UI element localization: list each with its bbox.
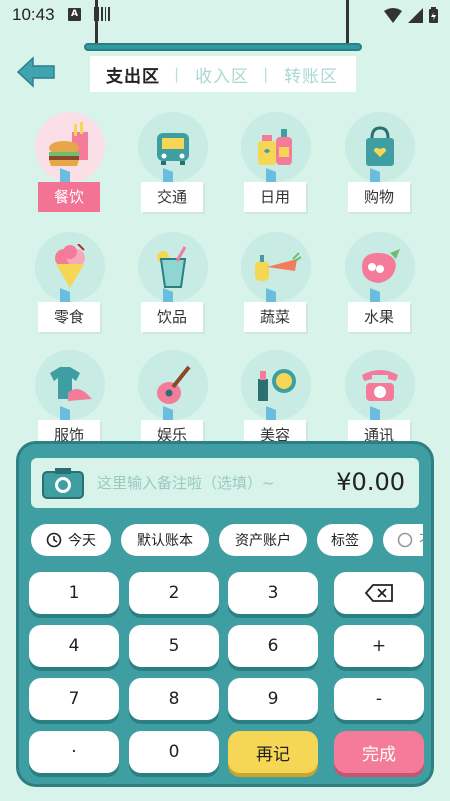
category-label: 蔬菜 bbox=[244, 302, 306, 332]
category-label: 交通 bbox=[141, 182, 203, 212]
makeup-icon bbox=[241, 350, 311, 420]
category-drinks[interactable]: 饮品 bbox=[133, 232, 213, 342]
tag-chip-label: 标签 bbox=[331, 533, 359, 549]
notification-a-icon: A bbox=[68, 8, 81, 21]
status-time: 10:43 bbox=[12, 5, 55, 24]
signal-icon bbox=[408, 7, 423, 23]
key-4[interactable]: 4 bbox=[29, 625, 119, 667]
carrot-pepper-icon bbox=[241, 232, 311, 302]
category-snacks[interactable]: 零食 bbox=[30, 232, 110, 342]
done-button[interactable]: 完成 bbox=[334, 731, 424, 773]
book-chip[interactable]: 默认账本 bbox=[121, 524, 209, 556]
shopping-bag-icon bbox=[345, 112, 415, 182]
account-chip-label: 资产账户 bbox=[235, 533, 291, 549]
burger-drink-icon bbox=[35, 112, 105, 182]
backspace-icon bbox=[365, 584, 393, 602]
category-dining[interactable]: 餐饮 bbox=[30, 112, 110, 222]
date-chip[interactable]: 今天 bbox=[31, 524, 111, 556]
toggle-chip-label: 不 bbox=[419, 530, 423, 550]
telephone-icon bbox=[345, 350, 415, 420]
book-chip-label: 默认账本 bbox=[137, 533, 193, 549]
hanging-bar bbox=[84, 43, 362, 51]
key-3[interactable]: 3 bbox=[228, 572, 318, 614]
key-9[interactable]: 9 bbox=[228, 678, 318, 720]
keypad-panel: 这里输入备注啦（选填）~ ¥0.00 今天 默认账本 资产账户 标签 不 1 2… bbox=[16, 441, 434, 787]
tshirt-shoe-icon bbox=[35, 350, 105, 420]
key-dot[interactable]: · bbox=[29, 731, 119, 773]
wifi-icon bbox=[384, 7, 402, 23]
record-again-button[interactable]: 再记 bbox=[228, 731, 318, 773]
tab-expense[interactable]: 支出区 bbox=[90, 62, 160, 87]
note-bar: 这里输入备注啦（选填）~ ¥0.00 bbox=[31, 458, 419, 508]
key-8[interactable]: 8 bbox=[129, 678, 219, 720]
category-label: 购物 bbox=[348, 182, 410, 212]
key-6[interactable]: 6 bbox=[228, 625, 318, 667]
ice-cream-icon bbox=[35, 232, 105, 302]
tab-transfer[interactable]: 转账区 bbox=[268, 62, 338, 87]
tab-bar: 支出区 | 收入区 | 转账区 bbox=[90, 56, 356, 92]
back-arrow-icon[interactable] bbox=[16, 55, 56, 89]
battery-icon bbox=[429, 7, 438, 23]
category-vegetables[interactable]: 蔬菜 bbox=[236, 232, 316, 342]
key-7[interactable]: 7 bbox=[29, 678, 119, 720]
chip-row: 今天 默认账本 资产账户 标签 不 bbox=[31, 524, 423, 558]
category-label: 水果 bbox=[348, 302, 410, 332]
hanging-rope-left bbox=[95, 0, 98, 48]
key-plus[interactable]: + bbox=[334, 625, 424, 667]
category-transport[interactable]: 交通 bbox=[133, 112, 213, 222]
key-0[interactable]: 0 bbox=[129, 731, 219, 773]
daily-bottles-icon bbox=[241, 112, 311, 182]
camera-icon[interactable] bbox=[41, 466, 85, 500]
key-minus[interactable]: - bbox=[334, 678, 424, 720]
category-label: 零食 bbox=[38, 302, 100, 332]
amount-display: ¥0.00 bbox=[336, 468, 405, 496]
toggle-chip[interactable]: 不 bbox=[383, 524, 423, 556]
category-shopping[interactable]: 购物 bbox=[340, 112, 420, 222]
category-label: 日用 bbox=[244, 182, 306, 212]
drink-cup-icon bbox=[138, 232, 208, 302]
category-daily[interactable]: 日用 bbox=[236, 112, 316, 222]
guitar-icon bbox=[138, 350, 208, 420]
radio-circle-icon bbox=[397, 532, 413, 548]
bus-icon bbox=[138, 112, 208, 182]
strawberry-icon bbox=[345, 232, 415, 302]
key-5[interactable]: 5 bbox=[129, 625, 219, 667]
backspace-button[interactable] bbox=[334, 572, 424, 614]
key-1[interactable]: 1 bbox=[29, 572, 119, 614]
date-chip-label: 今天 bbox=[68, 533, 96, 549]
status-bar: 10:43 A bbox=[0, 0, 450, 30]
account-chip[interactable]: 资产账户 bbox=[219, 524, 307, 556]
status-icons bbox=[384, 7, 438, 23]
note-input[interactable]: 这里输入备注啦（选填）~ bbox=[97, 472, 275, 493]
key-2[interactable]: 2 bbox=[129, 572, 219, 614]
category-fruit[interactable]: 水果 bbox=[340, 232, 420, 342]
tab-income[interactable]: 收入区 bbox=[179, 62, 249, 87]
category-label: 餐饮 bbox=[38, 182, 100, 212]
category-label: 饮品 bbox=[141, 302, 203, 332]
tag-chip[interactable]: 标签 bbox=[317, 524, 373, 556]
hanging-rope-right bbox=[346, 0, 349, 48]
clock-icon bbox=[46, 532, 62, 548]
